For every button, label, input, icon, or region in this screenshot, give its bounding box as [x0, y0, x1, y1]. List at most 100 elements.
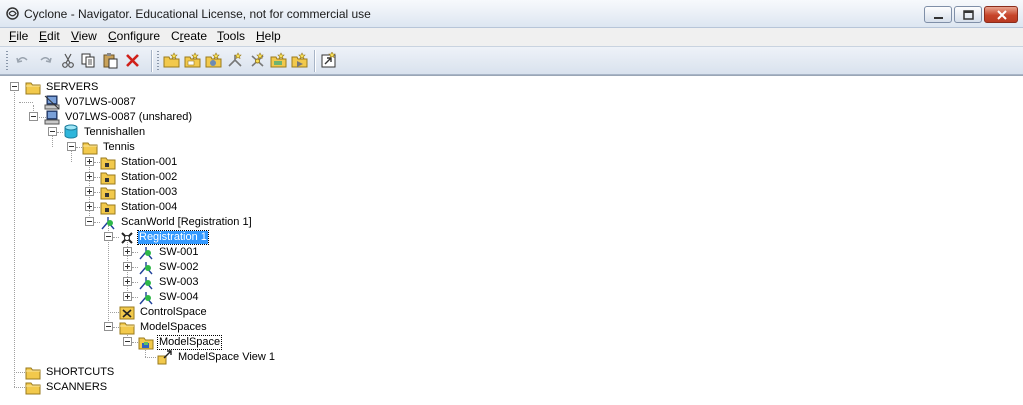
tree-node-sw[interactable]: SW-004: [158, 291, 200, 304]
toolbar-separator: [151, 50, 153, 72]
menu-file[interactable]: File: [9, 29, 28, 43]
collapse-toggle[interactable]: [123, 337, 132, 346]
station-folder-icon: [100, 157, 116, 170]
expand-toggle[interactable]: [123, 247, 132, 256]
redo-button[interactable]: [37, 52, 54, 69]
undo-icon: [16, 57, 28, 63]
tree-node-servers[interactable]: SERVERS: [45, 81, 99, 94]
station-folder-icon: [100, 202, 116, 215]
paste-button[interactable]: [102, 52, 119, 69]
undo-button[interactable]: [14, 52, 31, 69]
scanworld-icon: [101, 217, 115, 230]
menu-help[interactable]: Help: [256, 29, 281, 43]
menu-edit[interactable]: Edit: [39, 29, 60, 43]
open-modelspace-button[interactable]: [320, 52, 337, 69]
new-controlspace-icon: [251, 52, 264, 67]
server-icon: [44, 110, 60, 125]
station-folder-icon: [100, 187, 116, 200]
menu-configure[interactable]: Configure: [108, 29, 160, 43]
new-registration-icon: [228, 52, 242, 67]
cut-button[interactable]: [60, 52, 77, 69]
tree-node-station[interactable]: Station-004: [120, 201, 178, 214]
expand-toggle[interactable]: [123, 262, 132, 271]
new-folder-icon: [163, 52, 180, 68]
expand-toggle[interactable]: [85, 187, 94, 196]
collapse-toggle[interactable]: [104, 232, 113, 241]
menu-bar: File Edit View Configure Create Tools He…: [0, 28, 1023, 46]
new-view-icon: [291, 52, 308, 68]
folder-icon: [25, 382, 41, 395]
toolbar-grip-2[interactable]: [157, 51, 159, 71]
menu-view[interactable]: View: [71, 29, 97, 43]
tree-node-server-unshared[interactable]: V07LWS-0087 (unshared): [64, 111, 193, 124]
tree-node-controlspace[interactable]: ControlSpace: [139, 306, 208, 319]
collapse-toggle[interactable]: [67, 142, 76, 151]
tree-node-project[interactable]: Tennis: [102, 141, 136, 154]
folder-icon: [119, 322, 135, 335]
menu-tools[interactable]: Tools: [217, 29, 245, 43]
new-controlspace-button[interactable]: [249, 52, 266, 69]
expand-toggle[interactable]: [85, 202, 94, 211]
new-project-button[interactable]: [184, 52, 201, 69]
new-modelspace-view-button[interactable]: [291, 52, 308, 69]
open-window-icon: [321, 52, 336, 68]
station-folder-icon: [100, 172, 116, 185]
collapse-toggle[interactable]: [10, 82, 19, 91]
minimize-button[interactable]: [924, 6, 952, 23]
tree-node-sw[interactable]: SW-003: [158, 276, 200, 289]
collapse-toggle[interactable]: [48, 127, 57, 136]
copy-icon: [81, 53, 95, 68]
tree-node-server[interactable]: V07LWS-0087: [64, 96, 137, 109]
tree-line: [19, 102, 33, 103]
expand-toggle[interactable]: [123, 292, 132, 301]
tree-node-modelspaces[interactable]: ModelSpaces: [139, 321, 208, 334]
menu-create[interactable]: Create: [171, 29, 207, 43]
tree-node-sw[interactable]: SW-002: [158, 261, 200, 274]
tree-node-scanworld[interactable]: ScanWorld [Registration 1]: [120, 216, 253, 229]
cyclone-app-icon[interactable]: [6, 7, 19, 20]
delete-x-icon: [126, 54, 139, 67]
tree-node-station[interactable]: Station-003: [120, 186, 178, 199]
folder-icon: [82, 142, 98, 155]
collapse-toggle[interactable]: [29, 112, 38, 121]
new-scanworld-icon: [205, 52, 222, 68]
toolbar-grip[interactable]: [6, 51, 8, 71]
restore-button[interactable]: [954, 6, 982, 23]
close-button[interactable]: [984, 6, 1018, 23]
navigator-tree[interactable]: SERVERS V07LWS-0087 V07LWS-0087 (unshare…: [0, 75, 1023, 405]
paste-icon: [103, 53, 118, 69]
collapse-toggle[interactable]: [104, 322, 113, 331]
tree-line: [108, 312, 119, 313]
scissors-icon: [62, 53, 74, 68]
modelspace-icon: [138, 337, 154, 350]
tree-node-shortcuts[interactable]: SHORTCUTS: [45, 366, 115, 379]
server-icon: [44, 95, 60, 110]
restore-icon: [963, 10, 974, 20]
title-bar: Cyclone - Navigator. Educational License…: [0, 0, 1023, 28]
new-scanworld-button[interactable]: [205, 52, 222, 69]
folder-icon: [25, 82, 41, 95]
new-registration-button[interactable]: [227, 52, 244, 69]
database-icon: [64, 124, 78, 139]
collapse-toggle[interactable]: [85, 217, 94, 226]
tree-node-station[interactable]: Station-001: [120, 156, 178, 169]
expand-toggle[interactable]: [85, 172, 94, 181]
expand-toggle[interactable]: [85, 157, 94, 166]
tree-node-scanners[interactable]: SCANNERS: [45, 381, 108, 394]
tree-node-sw[interactable]: SW-001: [158, 246, 200, 259]
tree-line: [52, 135, 53, 147]
tree-node-database[interactable]: Tennishallen: [83, 126, 146, 139]
new-modelspace-icon: [270, 52, 287, 68]
tree-node-modelspace-view[interactable]: ModelSpace View 1: [177, 351, 276, 364]
tree-node-modelspace[interactable]: ModelSpace: [156, 335, 223, 350]
delete-button[interactable]: [124, 52, 141, 69]
tree-node-registration[interactable]: Registration 1: [137, 230, 209, 245]
expand-toggle[interactable]: [123, 277, 132, 286]
tree-node-station[interactable]: Station-002: [120, 171, 178, 184]
scanworld-icon: [139, 262, 153, 275]
copy-button[interactable]: [80, 52, 97, 69]
toolbar-separator-2: [314, 50, 316, 72]
tree-line: [145, 357, 156, 358]
new-folder-button[interactable]: [163, 52, 180, 69]
new-modelspace-button[interactable]: [270, 52, 287, 69]
